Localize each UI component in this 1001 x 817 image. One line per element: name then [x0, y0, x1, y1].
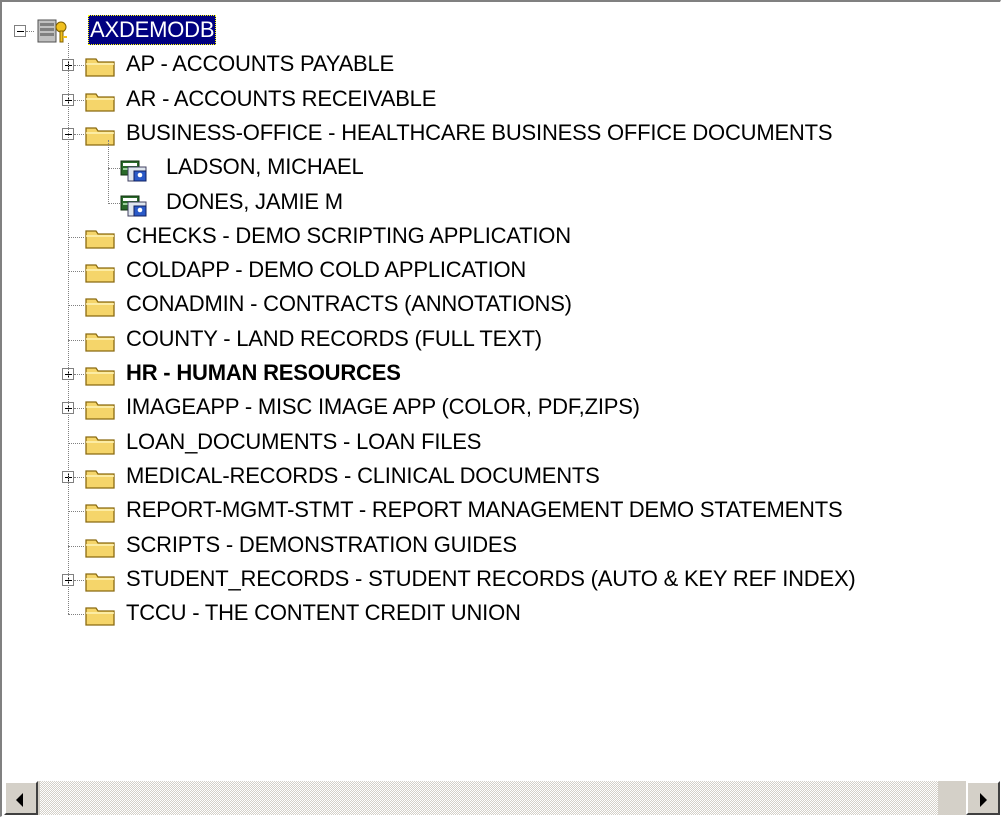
scroll-right-arrow-icon: [980, 793, 987, 807]
scroll-left-button[interactable]: [4, 781, 38, 815]
tree-view[interactable]: AXDEMODB AP - ACCOUNTS PAYABLE AR - ACCOUN…: [4, 4, 1001, 776]
tree-child-item[interactable]: LADSON, MICHAEL: [4, 151, 1001, 185]
tree-line: [68, 43, 69, 615]
tree-line: [108, 168, 120, 170]
tree-line: [74, 579, 84, 581]
tree-folder-item[interactable]: LOAN_DOCUMENTS - LOAN FILES: [4, 426, 1001, 460]
tree-folder-item[interactable]: AP - ACCOUNTS PAYABLE: [4, 48, 1001, 82]
user-document-icon: [120, 192, 152, 216]
tree-folder-item[interactable]: TCCU - THE CONTENT CREDIT UNION: [4, 597, 1001, 631]
tree-line: [74, 99, 84, 101]
tree-line: [26, 31, 34, 32]
folder-icon: [84, 397, 116, 421]
folder-icon: [84, 535, 116, 559]
tree-line: [68, 545, 84, 547]
tree-view-panel: AXDEMODB AP - ACCOUNTS PAYABLE AR - ACCOUN…: [0, 0, 1001, 817]
folder-icon: [84, 123, 116, 147]
tree-line: [74, 65, 84, 67]
tree-item-label: AR - ACCOUNTS RECEIVABLE: [126, 85, 437, 111]
tree-line: [108, 139, 109, 203]
tree-folder-item[interactable]: BUSINESS-OFFICE - HEALTHCARE BUSINESS OF…: [4, 117, 1001, 151]
tree-item-label: CONADMIN - CONTRACTS (ANNOTATIONS): [126, 291, 572, 317]
tree-folder-item[interactable]: AR - ACCOUNTS RECEIVABLE: [4, 83, 1001, 117]
tree-root-item[interactable]: AXDEMODB: [4, 14, 1001, 48]
tree-folder-item[interactable]: COUNTY - LAND RECORDS (FULL TEXT): [4, 323, 1001, 357]
scrollbar-track[interactable]: [40, 781, 938, 815]
horizontal-scrollbar[interactable]: [4, 781, 1000, 815]
tree-item-label: LADSON, MICHAEL: [166, 154, 364, 180]
tree-line: [68, 511, 84, 513]
folder-icon: [84, 500, 116, 524]
folder-icon: [84, 54, 116, 78]
folder-icon: [84, 432, 116, 456]
tree-line: [68, 305, 84, 307]
tree-line: [74, 408, 84, 410]
tree-folder-item[interactable]: CHECKS - DEMO SCRIPTING APPLICATION: [4, 220, 1001, 254]
tree-line: [68, 271, 84, 273]
folder-icon: [84, 260, 116, 284]
collapse-root-icon[interactable]: [14, 25, 26, 37]
tree-item-label: BUSINESS-OFFICE - HEALTHCARE BUSINESS OF…: [126, 119, 833, 145]
tree-item-label: LOAN_DOCUMENTS - LOAN FILES: [126, 428, 482, 454]
tree-item-label: SCRIPTS - DEMONSTRATION GUIDES: [126, 531, 517, 557]
scroll-left-arrow-icon: [16, 793, 23, 807]
tree-line: [74, 374, 84, 375]
tree-folder-item[interactable]: SCRIPTS - DEMONSTRATION GUIDES: [4, 529, 1001, 563]
tree-line: [74, 476, 84, 478]
folder-icon: [84, 569, 116, 593]
tree-item-label: DONES, JAMIE M: [166, 188, 343, 214]
tree-folder-item[interactable]: MEDICAL-RECORDS - CLINICAL DOCUMENTS: [4, 460, 1001, 494]
user-document-icon: [120, 157, 152, 182]
tree-item-label: AP - ACCOUNTS PAYABLE: [126, 51, 395, 77]
tree-item-label: STUDENT_RECORDS - STUDENT RECORDS (AUTO …: [126, 565, 856, 591]
database-key-icon: [34, 17, 67, 43]
folder-icon: [84, 329, 116, 353]
tree-folder-item[interactable]: REPORT-MGMT-STMT - REPORT MANAGEMENT DEM…: [4, 494, 1001, 528]
tree-line: [108, 202, 120, 204]
folder-icon: [84, 226, 116, 250]
tree-item-label: COUNTY - LAND RECORDS (FULL TEXT): [126, 325, 542, 351]
folder-icon: [84, 363, 116, 387]
tree-item-label: HR - HUMAN RESOURCES: [126, 360, 401, 385]
tree-line: [74, 133, 84, 135]
tree-item-label: TCCU - THE CONTENT CREDIT UNION: [126, 600, 521, 626]
tree-item-label: MEDICAL-RECORDS - CLINICAL DOCUMENTS: [126, 462, 600, 488]
tree-item-label: IMAGEAPP - MISC IMAGE APP (COLOR, PDF,ZI…: [126, 394, 640, 420]
tree-item-label: COLDAPP - DEMO COLD APPLICATION: [126, 257, 527, 283]
tree-line: [68, 442, 84, 444]
tree-folder-item[interactable]: CONADMIN - CONTRACTS (ANNOTATIONS): [4, 288, 1001, 322]
tree-item-label: REPORT-MGMT-STMT - REPORT MANAGEMENT DEM…: [126, 497, 843, 523]
folder-icon: [84, 603, 116, 627]
tree-folder-item[interactable]: STUDENT_RECORDS - STUDENT RECORDS (AUTO …: [4, 563, 1001, 597]
tree-line: [68, 614, 84, 616]
tree-root-label: AXDEMODB: [88, 15, 217, 45]
tree-folder-item[interactable]: COLDAPP - DEMO COLD APPLICATION: [4, 254, 1001, 288]
tree-line: [68, 236, 84, 238]
scroll-right-button[interactable]: [966, 781, 1000, 815]
folder-icon: [84, 294, 116, 318]
tree-child-item[interactable]: DONES, JAMIE M: [4, 186, 1001, 220]
folder-icon: [84, 89, 116, 113]
tree-folder-item[interactable]: HR - HUMAN RESOURCES: [4, 357, 1001, 391]
folder-icon: [84, 466, 116, 490]
tree-item-label: CHECKS - DEMO SCRIPTING APPLICATION: [126, 222, 571, 248]
tree-folder-item[interactable]: IMAGEAPP - MISC IMAGE APP (COLOR, PDF,ZI…: [4, 391, 1001, 425]
tree-line: [68, 339, 84, 341]
